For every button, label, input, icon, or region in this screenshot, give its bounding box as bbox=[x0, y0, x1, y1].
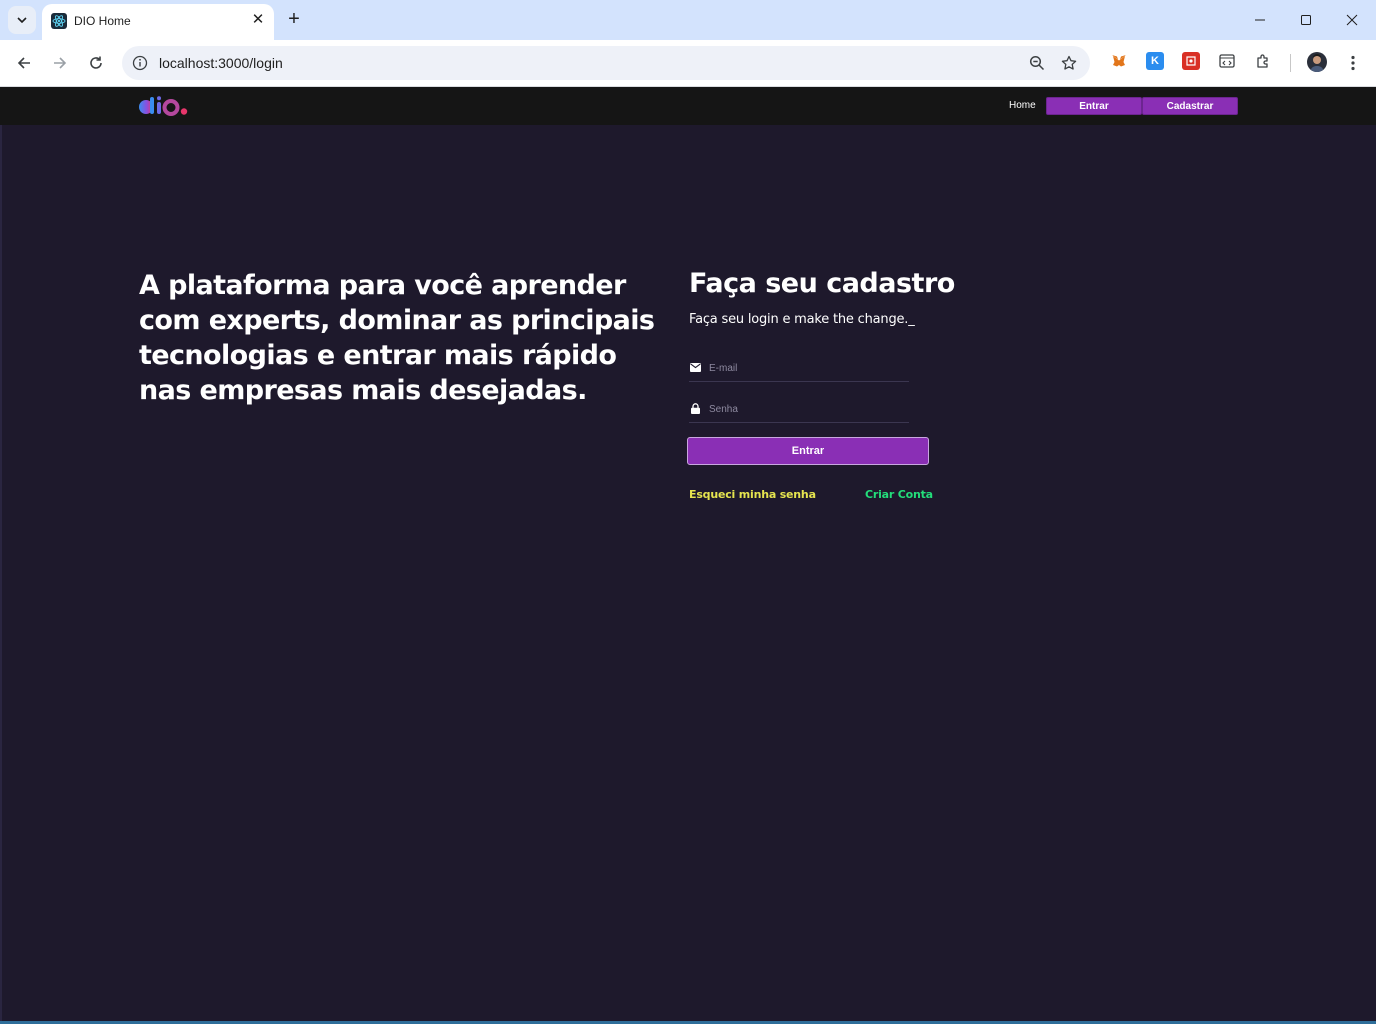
minimize-icon[interactable] bbox=[1248, 8, 1272, 32]
toolbar-divider bbox=[1290, 54, 1291, 72]
metamask-icon[interactable] bbox=[1110, 52, 1128, 70]
forward-arrow-icon[interactable] bbox=[48, 51, 72, 75]
nav-home-link[interactable]: Home bbox=[1009, 100, 1036, 111]
tab-search-button[interactable] bbox=[8, 6, 36, 34]
dio-logo[interactable] bbox=[138, 95, 194, 117]
react-favicon-icon bbox=[51, 13, 67, 29]
site-header: Home Entrar Cadastrar bbox=[0, 87, 1376, 125]
profile-avatar[interactable] bbox=[1307, 52, 1327, 72]
star-icon[interactable] bbox=[1060, 54, 1078, 72]
kebab-menu-icon[interactable] bbox=[1343, 51, 1363, 75]
nav-signup-button[interactable]: Cadastrar bbox=[1142, 97, 1238, 115]
dio-logo-mark bbox=[139, 96, 188, 116]
browser-tab[interactable]: DIO Home ✕ bbox=[42, 4, 274, 40]
url-text[interactable]: localhost:3000/login bbox=[159, 55, 283, 71]
forgot-password-link[interactable]: Esqueci minha senha bbox=[689, 488, 816, 501]
form-subtitle: Faça seu login e make the change._ bbox=[689, 312, 915, 327]
red-extension-icon[interactable] bbox=[1182, 52, 1200, 70]
puzzle-icon[interactable] bbox=[1254, 52, 1272, 70]
maximize-icon[interactable] bbox=[1294, 8, 1318, 32]
chevron-down-icon bbox=[17, 17, 27, 23]
address-bar[interactable]: localhost:3000/login bbox=[122, 46, 1090, 80]
create-account-link[interactable]: Criar Conta bbox=[865, 488, 933, 501]
site-info-icon[interactable] bbox=[131, 54, 149, 72]
mail-icon bbox=[689, 361, 701, 373]
close-icon[interactable]: ✕ bbox=[250, 12, 266, 28]
form-title: Faça seu cadastro bbox=[689, 268, 955, 299]
k-extension-icon[interactable]: K bbox=[1146, 52, 1164, 70]
hero-headline: A plataforma para você aprender com expe… bbox=[139, 270, 655, 406]
zoom-icon[interactable] bbox=[1028, 54, 1046, 72]
submit-login-button[interactable]: Entrar bbox=[687, 437, 929, 465]
browser-toolbar: localhost:3000/login K bbox=[0, 40, 1376, 87]
reload-icon[interactable] bbox=[84, 51, 108, 75]
close-window-icon[interactable] bbox=[1340, 8, 1364, 32]
back-arrow-icon[interactable] bbox=[12, 51, 36, 75]
password-field-wrapper bbox=[689, 398, 909, 423]
plus-icon[interactable]: + bbox=[283, 8, 305, 30]
email-field-wrapper bbox=[689, 357, 909, 382]
window-edge bbox=[0, 87, 2, 1024]
tab-strip: DIO Home ✕ + bbox=[0, 0, 1376, 40]
password-input[interactable] bbox=[709, 400, 904, 418]
devtools-extension-icon[interactable] bbox=[1218, 52, 1236, 70]
nav-login-button[interactable]: Entrar bbox=[1046, 97, 1142, 115]
lock-icon bbox=[689, 402, 701, 414]
email-input[interactable] bbox=[709, 359, 904, 377]
tab-title: DIO Home bbox=[74, 14, 131, 28]
